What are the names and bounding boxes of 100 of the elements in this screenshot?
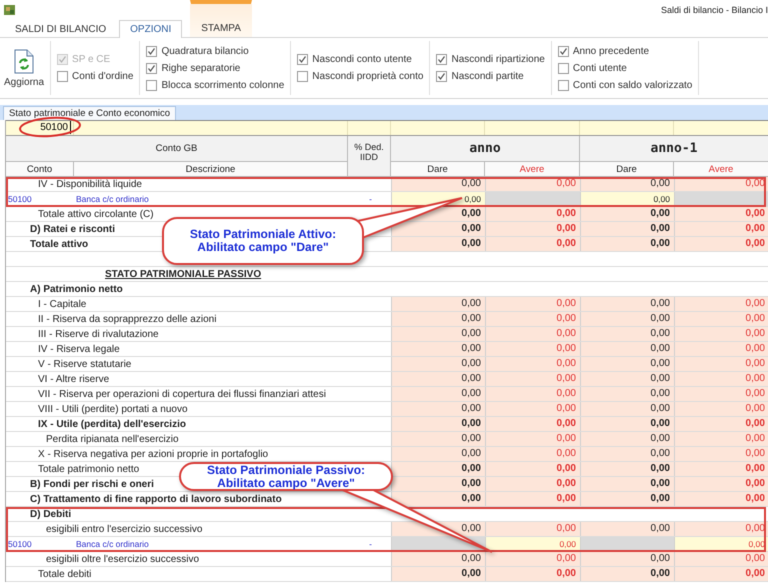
- ribbon-tab[interactable]: SALDI DI BILANCIO: [4, 20, 118, 37]
- callout-text: Stato Patrimoniale Passivo: Abilitato campo "Avere": [206, 464, 366, 490]
- table-cell: 0,00: [580, 312, 674, 326]
- column-header: Avere: [674, 162, 768, 177]
- row-label: X - Riserva negativa per azioni proprie in portafoglio: [38, 448, 268, 460]
- table-cell: 0,00: [674, 522, 768, 536]
- table-cell: 0,00: [485, 567, 580, 581]
- table-cell: 0,00: [391, 462, 485, 476]
- table-cell: 0,00: [580, 342, 674, 356]
- checkbox[interactable]: [436, 71, 448, 82]
- filter-field[interactable]: 50100: [6, 121, 71, 134]
- table-cell: 0,00: [580, 387, 674, 401]
- refresh-button[interactable]: Aggiorna: [2, 48, 46, 88]
- row-label: Totale attivo circolante (C): [38, 208, 154, 220]
- table-cell: 0,00: [485, 297, 580, 311]
- table-cell: 0,00: [391, 492, 485, 506]
- checkbox-label[interactable]: Anno precedente: [572, 46, 650, 56]
- table-cell: 0,00: [391, 327, 485, 341]
- ribbon-tab[interactable]: OPZIONI: [119, 20, 182, 38]
- table-cell: 0,00: [485, 522, 580, 536]
- row-label: VI - Altre riserve: [38, 374, 110, 384]
- refresh-icon: [14, 48, 34, 74]
- checkbox-label[interactable]: Nascondi conto utente: [312, 54, 412, 65]
- app-icon: [4, 4, 16, 16]
- table-cell: 0,00: [674, 177, 768, 191]
- checkbox-label[interactable]: Conti con saldo valorizzato: [572, 80, 692, 90]
- row-label: Totale patrimonio netto: [38, 464, 140, 474]
- table-cell: 0,00: [485, 237, 580, 251]
- table-cell: 0,00: [674, 207, 768, 221]
- table-cell: 0,00: [674, 552, 768, 566]
- table-cell: 0,00: [485, 447, 580, 461]
- table-cell: 0,00: [485, 387, 580, 401]
- column-header: Dare: [391, 162, 485, 177]
- table-cell: 0,00: [580, 327, 674, 341]
- row-label: D) Debiti: [30, 508, 72, 520]
- input-cell[interactable]: 0,00: [391, 192, 485, 206]
- table-cell: 0,00: [674, 432, 768, 446]
- checkbox-label[interactable]: Nascondi partite: [451, 71, 524, 82]
- table-cell: 0,00: [391, 222, 485, 236]
- sheet-tab[interactable]: Stato patrimoniale e Conto economico: [3, 106, 176, 120]
- checkbox-label[interactable]: Blocca scorrimento colonne: [161, 80, 284, 90]
- table-cell: 0,00: [674, 237, 768, 251]
- checkbox-label[interactable]: Righe separatorie: [161, 62, 240, 74]
- checkbox[interactable]: [57, 71, 68, 82]
- table-cell: 0,00: [674, 342, 768, 356]
- checkbox[interactable]: [146, 62, 158, 74]
- column-header: Conto: [6, 162, 74, 177]
- table-cell: 0,00: [485, 357, 580, 371]
- input-cell[interactable]: 0,00: [485, 537, 580, 551]
- table-cell: 0,00: [674, 447, 768, 461]
- checkbox[interactable]: [436, 54, 448, 65]
- checkbox-label[interactable]: Conti utente: [572, 62, 627, 74]
- row-label: Perdita ripianata nell'esercizio: [46, 434, 179, 444]
- table-cell: 0,00: [391, 372, 485, 386]
- table-cell: 0,00: [580, 297, 674, 311]
- ribbon-tab[interactable]: STAMPA: [190, 0, 252, 37]
- table-cell: 0,00: [580, 372, 674, 386]
- checkbox[interactable]: [558, 62, 569, 74]
- section-heading: STATO PATRIMONIALE PASSIVO: [105, 268, 262, 280]
- checkbox[interactable]: [146, 80, 158, 90]
- table-cell: 0,00: [485, 222, 580, 236]
- input-cell[interactable]: 0,00: [580, 192, 674, 206]
- row-label: VIII - Utili (perdite) portati a nuovo: [38, 404, 188, 414]
- checkbox[interactable]: [297, 54, 308, 65]
- table-cell: 0,00: [391, 297, 485, 311]
- checkbox-label[interactable]: Quadratura bilancio: [161, 46, 249, 56]
- checkbox[interactable]: [146, 46, 158, 56]
- table-cell: 0,00: [485, 342, 580, 356]
- row-label: esigibili oltre l'esercizio successivo: [46, 554, 200, 564]
- checkbox[interactable]: [558, 46, 569, 56]
- table-cell: 0,00: [580, 567, 674, 581]
- table-cell: 0,00: [391, 567, 485, 581]
- row-label: I - Capitale: [38, 298, 86, 310]
- checkbox[interactable]: [297, 71, 308, 82]
- table-cell: 0,00: [391, 552, 485, 566]
- table-cell: 0,00: [391, 402, 485, 416]
- table-cell: 0,00: [485, 402, 580, 416]
- table-cell: 0,00: [391, 447, 485, 461]
- table-cell-text: 50100: [7, 538, 33, 551]
- row-label: D) Ratei e risconti: [30, 224, 116, 234]
- table-cell: 0,00: [391, 342, 485, 356]
- checkbox-label[interactable]: Nascondi proprietà conto: [312, 71, 424, 82]
- row-label: C) Trattamento di fine rapporto di lavoro subordinato: [30, 494, 282, 504]
- table-cell-text: Banca c/c ordinario: [75, 193, 150, 206]
- table-cell: 0,00: [485, 432, 580, 446]
- table-cell: 0,00: [580, 222, 674, 236]
- table-cell: 0,00: [580, 462, 674, 476]
- row-label: IV - Riserva legale: [38, 344, 120, 354]
- table-cell: 0,00: [674, 297, 768, 311]
- row-label: IX - Utile (perdita) dell'esercizio: [38, 418, 186, 430]
- table-cell: 0,00: [485, 312, 580, 326]
- checkbox[interactable]: [558, 80, 569, 90]
- checkbox-label[interactable]: Nascondi ripartizione: [451, 54, 545, 65]
- table-cell: 0,00: [580, 492, 674, 506]
- table-cell: 0,00: [485, 207, 580, 221]
- table-cell: 0,00: [580, 552, 674, 566]
- table-cell: 0,00: [391, 357, 485, 371]
- column-header: Descrizione: [74, 162, 348, 177]
- checkbox-label[interactable]: Conti d'ordine: [72, 71, 134, 82]
- row-label: Totale debiti: [38, 568, 92, 580]
